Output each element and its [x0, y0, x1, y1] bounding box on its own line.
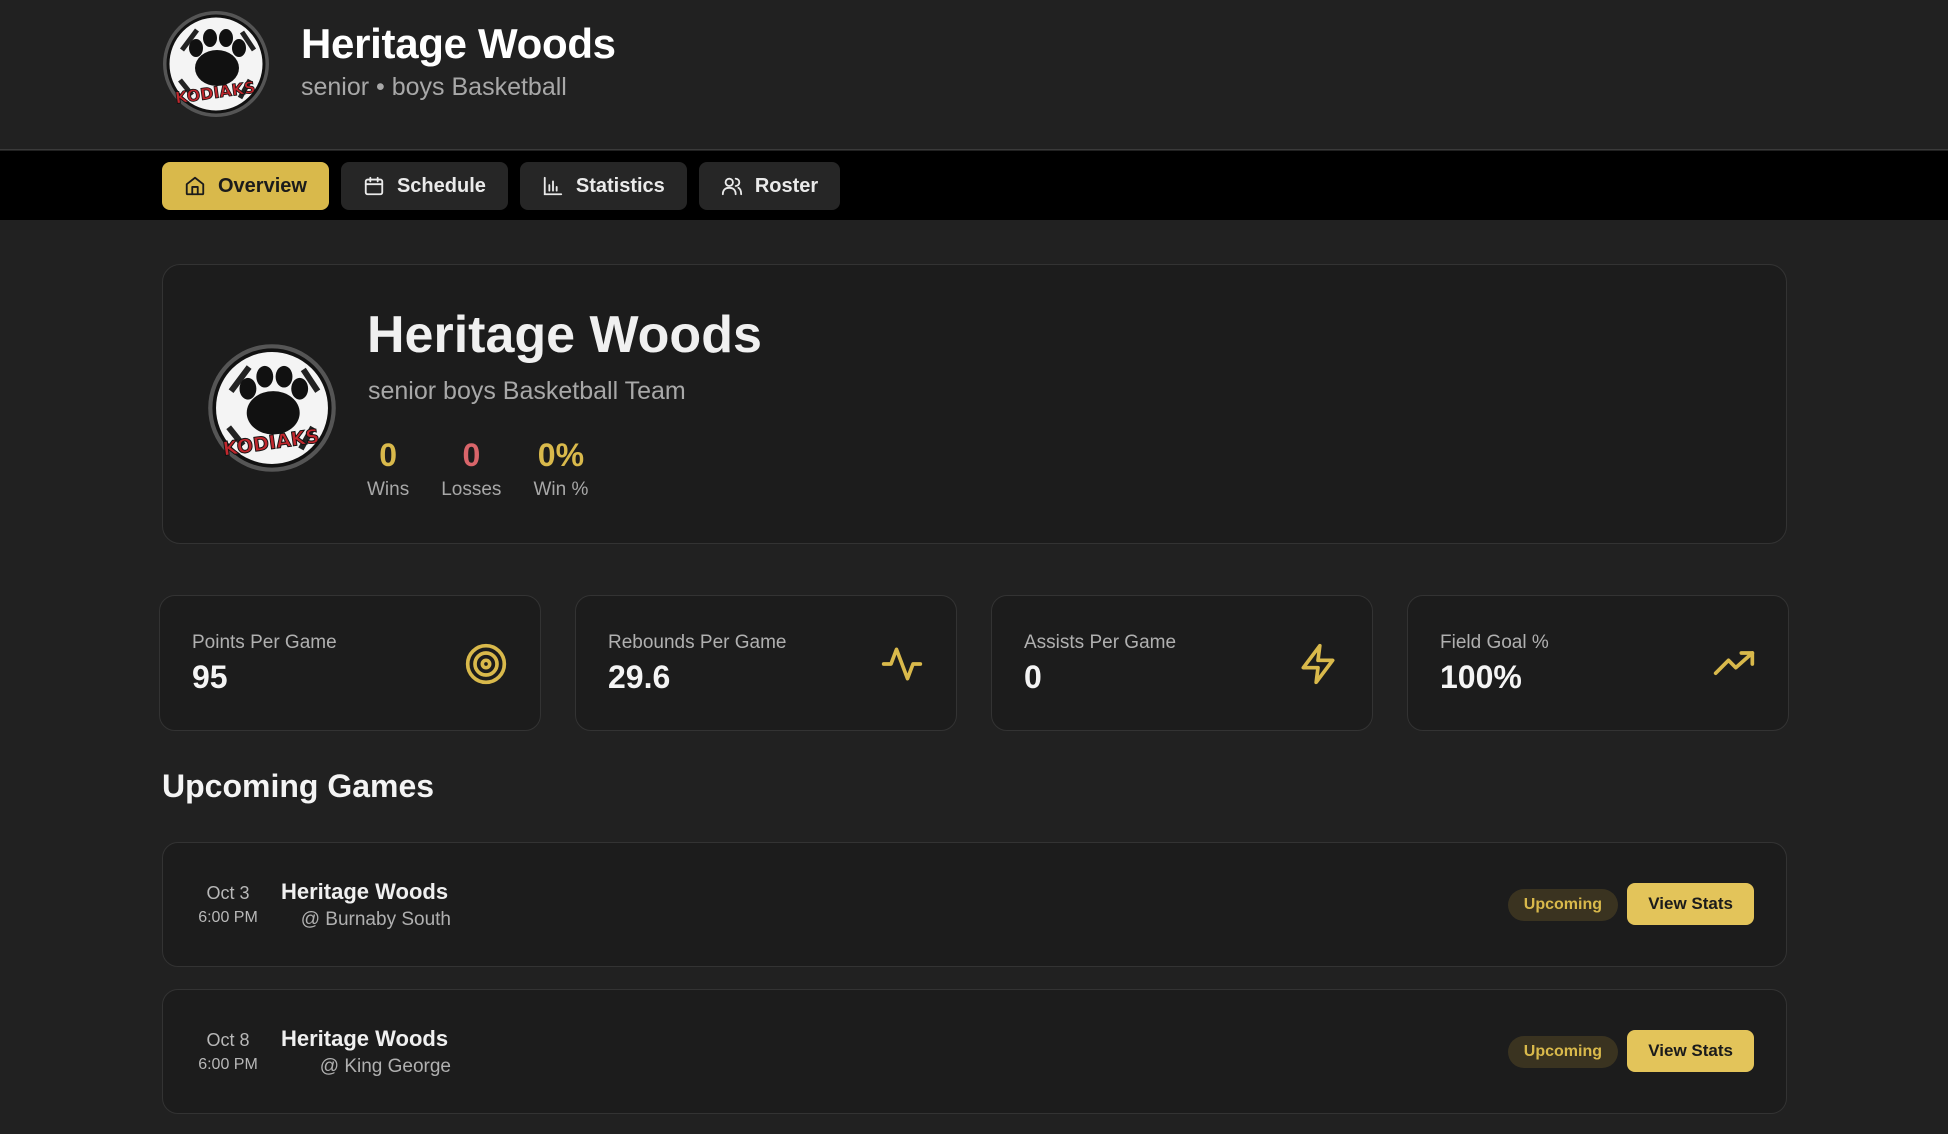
header-title: Heritage Woods [301, 20, 616, 67]
tab-roster-label: Roster [754, 174, 819, 197]
app-header: KODIAKS Heritage Woods senior • boys Bas… [0, 0, 1948, 150]
view-stats-button[interactable]: View Stats [1627, 1030, 1754, 1072]
team-summary-card: KODIAKS Heritage Woods senior boys Baske… [162, 264, 1787, 544]
stat-label: Assists Per Game [1024, 632, 1177, 653]
team-logo-large: KODIAKS [208, 344, 336, 472]
game-date: Oct 8 [206, 1030, 250, 1050]
stat-label: Rebounds Per Game [608, 632, 787, 653]
wins-label: Wins [367, 479, 410, 500]
game-date: Oct 3 [206, 883, 250, 903]
stat-cards: Points Per Game 95 Rebounds Per Game 29.… [159, 595, 1789, 731]
wins-value: 0 [379, 437, 398, 473]
wins-stat: 0 Wins [367, 435, 409, 501]
game-opponent: @ Burnaby South [300, 909, 451, 930]
upcoming-games-title: Upcoming Games [162, 768, 435, 804]
win-pct-value: 0% [537, 437, 585, 473]
game-opponent: @ King George [319, 1056, 451, 1077]
tab-bar: Overview Schedule Statistics Roster [0, 151, 1948, 220]
stat-card-points: Points Per Game 95 [159, 595, 541, 731]
tab-schedule[interactable]: Schedule [340, 162, 508, 210]
view-stats-button[interactable]: View Stats [1627, 883, 1754, 925]
win-pct-label: Win % [533, 479, 589, 500]
stat-value: 0 [1024, 659, 1042, 695]
game-time: 6:00 PM [198, 909, 258, 926]
bar-chart-icon [543, 176, 563, 196]
game-team: Heritage Woods [281, 879, 449, 904]
stat-value: 29.6 [608, 659, 671, 695]
team-description: senior boys Basketball Team [368, 377, 686, 405]
status-badge: Upcoming [1507, 1036, 1618, 1068]
calendar-icon [364, 176, 384, 196]
stat-card-rebounds: Rebounds Per Game 29.6 [575, 595, 957, 731]
activity-icon [881, 647, 923, 681]
target-icon [465, 643, 507, 685]
tab-overview-label: Overview [218, 174, 307, 197]
trending-up-icon [1713, 651, 1755, 675]
game-row: Oct 3 6:00 PM Heritage Woods @ Burnaby S… [162, 842, 1787, 967]
losses-stat: 0 Losses [441, 435, 501, 501]
lightning-icon [1301, 643, 1335, 685]
status-badge: Upcoming [1507, 889, 1618, 921]
stat-value: 100% [1440, 659, 1522, 695]
stat-label: Field Goal % [1440, 632, 1549, 653]
users-icon [721, 177, 742, 196]
stat-value: 95 [192, 659, 228, 695]
game-time: 6:00 PM [198, 1056, 258, 1073]
game-row: Oct 8 6:00 PM Heritage Woods @ King Geor… [162, 989, 1787, 1114]
stat-card-field-goal: Field Goal % 100% [1407, 595, 1789, 731]
tab-statistics[interactable]: Statistics [519, 162, 687, 210]
game-team: Heritage Woods [281, 1026, 449, 1051]
stat-card-assists: Assists Per Game 0 [991, 595, 1373, 731]
header-subtitle: senior • boys Basketball [301, 73, 567, 101]
team-name: Heritage Woods [367, 306, 762, 364]
win-pct-stat: 0% Win % [533, 435, 588, 501]
tab-roster[interactable]: Roster [698, 162, 841, 210]
losses-label: Losses [441, 479, 502, 500]
stat-label: Points Per Game [192, 632, 337, 653]
team-logo: KODIAKS [163, 11, 269, 117]
tab-statistics-label: Statistics [575, 174, 665, 197]
tab-schedule-label: Schedule [396, 174, 486, 197]
tab-overview[interactable]: Overview [162, 162, 329, 210]
losses-value: 0 [462, 437, 481, 473]
team-record: 0 Wins 0 Losses 0% Win % [367, 435, 588, 501]
home-icon [185, 176, 205, 196]
